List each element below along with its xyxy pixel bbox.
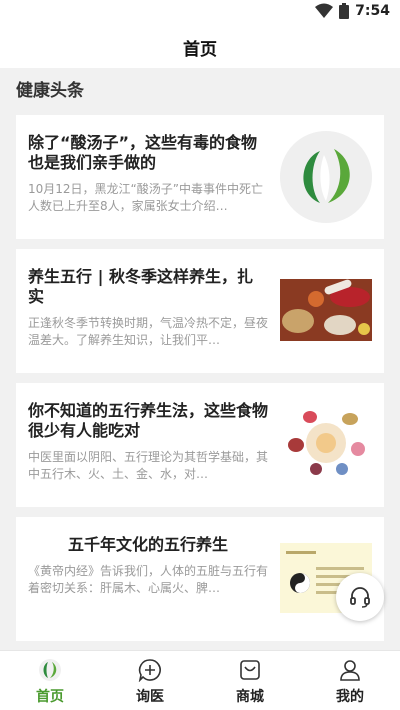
wifi-icon xyxy=(315,3,334,18)
article-title: 五千年文化的五行养生 xyxy=(67,535,228,554)
tab-shop[interactable]: 商城 xyxy=(200,651,300,710)
article-card[interactable]: 你不知道的五行养生法，这些食物很少有人能吃对 中医里面以阴阳、五行理论为其哲学基… xyxy=(16,383,384,507)
article-summary: 中医里面以阴阳、五行理论为其哲学基础，其中五行木、火、土、金、水，对… xyxy=(28,450,268,481)
article-card[interactable]: 除了“酸汤子”，这些有毒的食物也是我们亲手做的 10月12日，黑龙江“酸汤子”中… xyxy=(16,115,384,239)
status-time: 7:54 xyxy=(355,3,390,19)
article-summary: 10月12日，黑龙江“酸汤子”中毒事件中死亡人数已上升至8人，家属张女士介绍… xyxy=(28,182,263,213)
article-summary: 《黄帝内经》告诉我们，人体的五脏与五行有着密切关系：肝属木、心属火、脾… xyxy=(28,564,268,595)
article-title: 除了“酸汤子”，这些有毒的食物也是我们亲手做的 xyxy=(28,133,258,172)
tab-label: 询医 xyxy=(136,689,164,705)
consult-plus-icon xyxy=(138,659,161,682)
article-title: 养生五行 | 秋冬季这样养生，扎实 xyxy=(28,267,253,306)
article-title: 你不知道的五行养生法，这些食物很少有人能吃对 xyxy=(28,401,268,440)
article-card[interactable]: 五千年文化的五行养生 《黄帝内经》告诉我们，人体的五脏与五行有着密切关系：肝属木… xyxy=(16,517,384,641)
shop-bag-icon xyxy=(240,660,260,680)
article-card[interactable]: 养生五行 | 秋冬季这样养生，扎实 正逢秋冬季节转换时期，气温冷热不定，昼夜温差… xyxy=(16,249,384,373)
status-icons: 7:54 xyxy=(315,3,390,19)
tab-label: 商城 xyxy=(236,689,264,705)
app-header: 首页 xyxy=(0,26,400,68)
article-thumbnail xyxy=(280,131,372,223)
tab-profile[interactable]: 我的 xyxy=(300,651,400,710)
customer-service-button[interactable] xyxy=(336,573,384,621)
bottom-tab-bar: 首页 询医 商城 我的 xyxy=(0,650,400,710)
page-title: 首页 xyxy=(183,39,217,60)
headset-icon xyxy=(350,587,370,608)
battery-icon xyxy=(339,3,350,19)
article-thumbnail xyxy=(280,405,372,477)
home-leaf-icon xyxy=(39,659,61,681)
tab-label: 首页 xyxy=(36,689,64,705)
article-thumbnail xyxy=(280,279,372,341)
article-summary: 正逢秋冬季节转换时期，气温冷热不定，昼夜温差大。了解养生知识，让我们平… xyxy=(28,316,268,347)
leaf-logo-icon xyxy=(280,131,372,223)
tab-label: 我的 xyxy=(336,689,364,705)
tab-consult[interactable]: 询医 xyxy=(100,651,200,710)
organs-diagram-icon xyxy=(280,405,372,477)
tab-home[interactable]: 首页 xyxy=(0,651,100,710)
section-title: 健康头条 xyxy=(16,81,84,101)
status-bar: 7:54 xyxy=(0,0,400,26)
profile-icon xyxy=(340,660,360,681)
herbs-photo-icon xyxy=(280,279,372,341)
